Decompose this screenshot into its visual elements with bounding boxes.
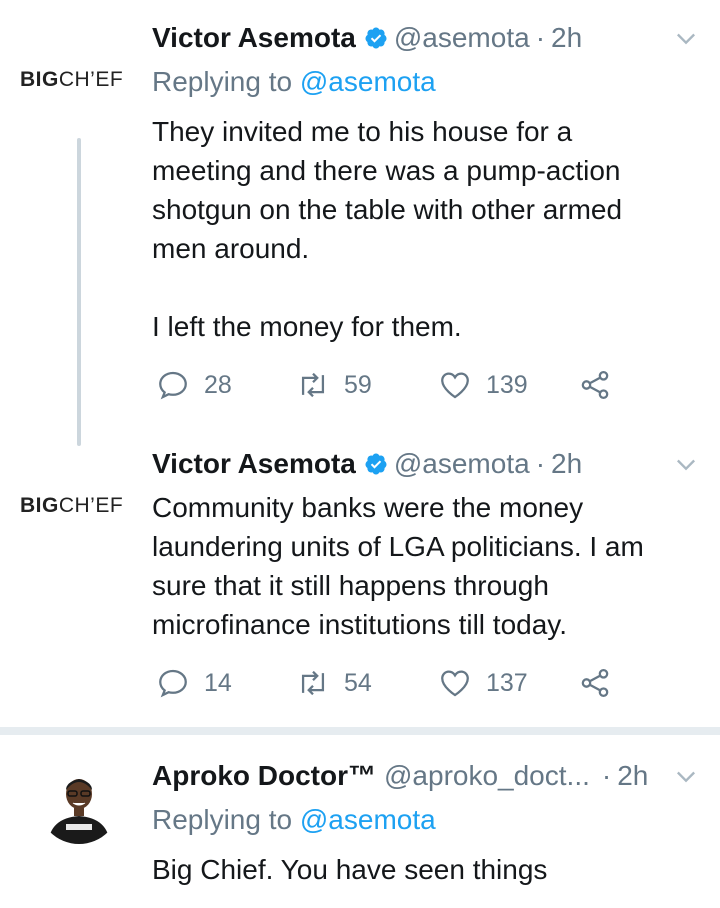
- reply-count: 14: [204, 668, 232, 697]
- replying-to-prefix: Replying to: [152, 66, 300, 97]
- chevron-down-icon[interactable]: [672, 762, 700, 790]
- avatar[interactable]: BIGCH’EF: [20, 494, 123, 518]
- share-icon: [581, 370, 609, 400]
- retweet-icon: [301, 372, 325, 398]
- reply-icon: [159, 669, 187, 698]
- replying-to: Replying to @asemota: [152, 66, 436, 98]
- tweet-header: Victor Asemota @asemota · 2h: [152, 18, 700, 58]
- tweet-actions: 14 54 137: [156, 666, 626, 706]
- tweet-text: Community banks were the money launderin…: [152, 492, 644, 640]
- reply-button[interactable]: 28: [156, 368, 232, 402]
- author-handle[interactable]: @aproko_doct...: [384, 760, 590, 792]
- share-icon: [581, 668, 609, 698]
- chevron-down-icon[interactable]: [672, 24, 700, 52]
- like-count: 137: [486, 668, 528, 697]
- reply-button[interactable]: 14: [156, 666, 232, 700]
- verified-badge-icon: [365, 27, 387, 49]
- retweet-count: 59: [344, 370, 372, 399]
- replying-to-mention[interactable]: @asemota: [300, 804, 436, 835]
- retweet-count: 54: [344, 668, 372, 697]
- like-icon: [441, 670, 469, 697]
- replying-to: Replying to @asemota: [152, 804, 436, 836]
- share-button[interactable]: [578, 368, 626, 402]
- reply-count: 28: [204, 370, 232, 399]
- retweet-button[interactable]: 59: [296, 368, 372, 402]
- avatar-brand-chief: CH’EF: [58, 494, 124, 517]
- like-button[interactable]: 139: [438, 368, 528, 402]
- retweet-icon: [301, 670, 325, 696]
- verified-badge-icon: [365, 453, 387, 475]
- author-name[interactable]: Victor Asemota: [152, 22, 356, 54]
- share-button[interactable]: [578, 666, 626, 700]
- section-divider: [0, 727, 720, 735]
- tweet-time[interactable]: 2h: [551, 22, 582, 54]
- retweet-button[interactable]: 54: [296, 666, 372, 700]
- avatar-photo: [38, 762, 120, 844]
- avatar[interactable]: [38, 762, 120, 844]
- like-icon: [441, 372, 469, 399]
- tweet-time[interactable]: 2h: [551, 448, 582, 480]
- like-button[interactable]: 137: [438, 666, 528, 700]
- tweet-time[interactable]: 2h: [617, 760, 648, 792]
- tweet-header: Victor Asemota @asemota · 2h: [152, 444, 700, 484]
- separator-dot: ·: [535, 22, 546, 53]
- avatar-brand-big: BIG: [20, 68, 59, 91]
- separator-dot: ·: [535, 448, 546, 479]
- author-name[interactable]: Victor Asemota: [152, 448, 356, 480]
- chevron-down-icon[interactable]: [672, 450, 700, 478]
- separator-dot: ·: [601, 760, 612, 791]
- avatar-brand-chief: CH’EF: [58, 68, 124, 91]
- tweet-text: Big Chief. You have seen things: [152, 854, 548, 885]
- replying-to-mention[interactable]: @asemota: [300, 66, 436, 97]
- author-name[interactable]: Aproko Doctor™: [152, 760, 376, 792]
- author-handle[interactable]: @asemota: [394, 448, 530, 480]
- avatar[interactable]: BIGCH’EF: [20, 68, 123, 92]
- avatar-brand-big: BIG: [20, 494, 59, 517]
- replying-to-prefix: Replying to: [152, 804, 300, 835]
- tweet-text: They invited me to his house for a meeti…: [152, 116, 623, 342]
- reply-icon: [159, 371, 187, 400]
- tweet-header: Aproko Doctor™ @aproko_doct... · 2h: [152, 756, 700, 796]
- author-handle[interactable]: @asemota: [394, 22, 530, 54]
- tweet-actions: 28 59 139: [156, 368, 626, 408]
- like-count: 139: [486, 370, 528, 399]
- thread-line: [77, 138, 81, 446]
